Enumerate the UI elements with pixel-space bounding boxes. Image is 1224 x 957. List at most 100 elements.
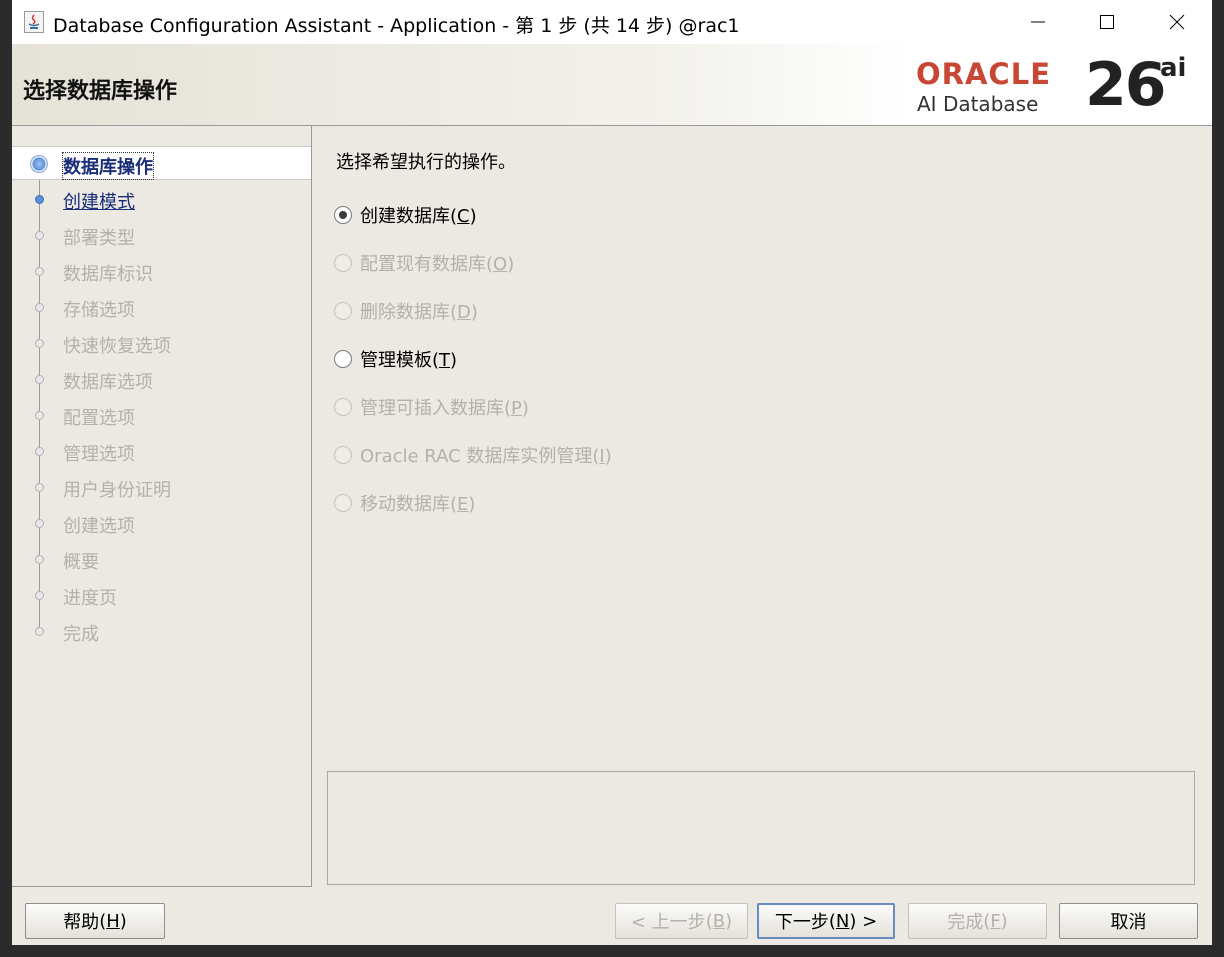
- step-label: 用户身份证明: [63, 480, 171, 501]
- option-label: 管理模板(T): [360, 350, 458, 371]
- option-mnemonic: P: [511, 398, 522, 419]
- title-bar[interactable]: Database Configuration Assistant - Appli…: [12, 0, 1212, 44]
- step-item: 配置选项: [12, 398, 311, 432]
- page-header: 选择数据库操作 ORACLE AI Database 26 ai: [12, 44, 1212, 126]
- oracle-logo-product: AI Database: [917, 92, 1039, 116]
- oracle-logo-brand: ORACLE: [916, 57, 1051, 91]
- step-status-icon: [35, 375, 44, 384]
- option-text: 移动数据库: [360, 494, 450, 515]
- option-label: 创建数据库(C): [360, 206, 477, 227]
- radio-button: [334, 302, 352, 320]
- step-label: 数据库操作: [62, 152, 154, 180]
- step-label: 概要: [63, 552, 99, 573]
- cancel-button[interactable]: 取消: [1059, 903, 1198, 939]
- option-text: 配置现有数据库: [360, 254, 486, 275]
- step-item: 用户身份证明: [12, 470, 311, 504]
- operation-prompt: 选择希望执行的操作。: [336, 152, 516, 173]
- step-item: 部署类型: [12, 218, 311, 252]
- operation-option[interactable]: 创建数据库(C): [334, 200, 477, 230]
- step-status-icon: [35, 627, 44, 636]
- radio-button: [334, 254, 352, 272]
- step-status-icon: [35, 303, 44, 312]
- operation-option: 配置现有数据库(O): [334, 248, 514, 278]
- step-status-icon: [35, 447, 44, 456]
- option-mnemonic: E: [457, 494, 469, 515]
- option-text: 管理可插入数据库: [360, 398, 504, 419]
- operation-option: 移动数据库(E): [334, 488, 475, 518]
- back-button[interactable]: < 上一步(B): [615, 903, 748, 939]
- operation-option[interactable]: 管理模板(T): [334, 344, 457, 374]
- step-label: 创建选项: [63, 516, 135, 537]
- option-label: Oracle RAC 数据库实例管理(I): [360, 446, 612, 467]
- step-label: 数据库标识: [63, 264, 153, 285]
- oracle-logo-version: 26: [1085, 50, 1166, 120]
- maximize-icon: [1100, 15, 1114, 29]
- radio-button: [334, 446, 352, 464]
- dbca-window: Database Configuration Assistant - Appli…: [12, 0, 1212, 945]
- step-item: 快速恢复选项: [12, 326, 311, 360]
- step-label: 部署类型: [63, 228, 135, 249]
- step-status-icon: [35, 483, 44, 492]
- option-label: 移动数据库(E): [360, 494, 476, 515]
- radio-button[interactable]: [334, 206, 352, 224]
- step-label: 创建模式: [63, 192, 135, 213]
- step-label: 快速恢复选项: [63, 336, 171, 357]
- step-item[interactable]: 数据库操作: [12, 146, 311, 180]
- step-status-icon: [35, 195, 44, 204]
- step-item: 数据库选项: [12, 362, 311, 396]
- option-mnemonic: O: [493, 254, 508, 275]
- step-item: 进度页: [12, 578, 311, 612]
- radio-button[interactable]: [334, 350, 352, 368]
- option-text: 删除数据库: [360, 302, 450, 323]
- close-button[interactable]: [1142, 0, 1212, 44]
- step-status-icon: [35, 555, 44, 564]
- oracle-logo-version-suffix: ai: [1160, 53, 1187, 83]
- step-label: 配置选项: [63, 408, 135, 429]
- step-item: 完成: [12, 614, 311, 648]
- next-button[interactable]: 下一步(N) >: [757, 903, 895, 939]
- step-label: 进度页: [63, 588, 117, 609]
- option-mnemonic: C: [457, 206, 470, 227]
- option-label: 管理可插入数据库(P): [360, 398, 529, 419]
- step-item: 数据库标识: [12, 254, 311, 288]
- option-mnemonic: I: [599, 446, 605, 467]
- option-mnemonic: D: [457, 302, 471, 323]
- message-panel: [327, 771, 1195, 885]
- step-status-icon: [35, 231, 44, 240]
- maximize-button[interactable]: [1072, 0, 1142, 44]
- step-item: 概要: [12, 542, 311, 576]
- option-text: 管理模板: [360, 350, 432, 371]
- finish-button[interactable]: 完成(F): [908, 903, 1047, 939]
- option-label: 配置现有数据库(O): [360, 254, 515, 275]
- step-item: 创建选项: [12, 506, 311, 540]
- operation-option: 删除数据库(D): [334, 296, 478, 326]
- minimize-button[interactable]: [1003, 0, 1073, 44]
- operation-option: Oracle RAC 数据库实例管理(I): [334, 440, 612, 470]
- window-title: Database Configuration Assistant - Appli…: [53, 15, 740, 37]
- close-icon: [1169, 14, 1185, 30]
- radio-button: [334, 398, 352, 416]
- step-status-icon: [35, 411, 44, 420]
- step-status-icon: [35, 267, 44, 276]
- option-mnemonic: T: [439, 350, 451, 371]
- main-content: 选择希望执行的操作。 创建数据库(C) 配置现有数据库(O) 删除数据库(D) 管理模…: [312, 126, 1212, 886]
- step-label: 数据库选项: [63, 372, 153, 393]
- step-item: 存储选项: [12, 290, 311, 324]
- step-status-icon: [30, 155, 48, 173]
- java-app-icon: [24, 11, 44, 33]
- radio-button: [334, 494, 352, 512]
- help-button[interactable]: 帮助(H): [25, 903, 165, 939]
- page-title: 选择数据库操作: [23, 79, 178, 104]
- step-item[interactable]: 创建模式: [12, 182, 311, 216]
- step-item: 管理选项: [12, 434, 311, 468]
- minimize-icon: [1031, 21, 1045, 23]
- step-label: 存储选项: [63, 300, 135, 321]
- option-text: 创建数据库: [360, 206, 450, 227]
- option-text: Oracle RAC 数据库实例管理: [360, 446, 593, 467]
- step-status-icon: [35, 339, 44, 348]
- step-status-icon: [35, 519, 44, 528]
- step-status-icon: [35, 591, 44, 600]
- step-navigator: 数据库操作创建模式部署类型数据库标识存储选项快速恢复选项 数据库选项配置选项管理选…: [12, 126, 312, 887]
- step-label: 完成: [63, 624, 99, 645]
- option-label: 删除数据库(D): [360, 302, 478, 323]
